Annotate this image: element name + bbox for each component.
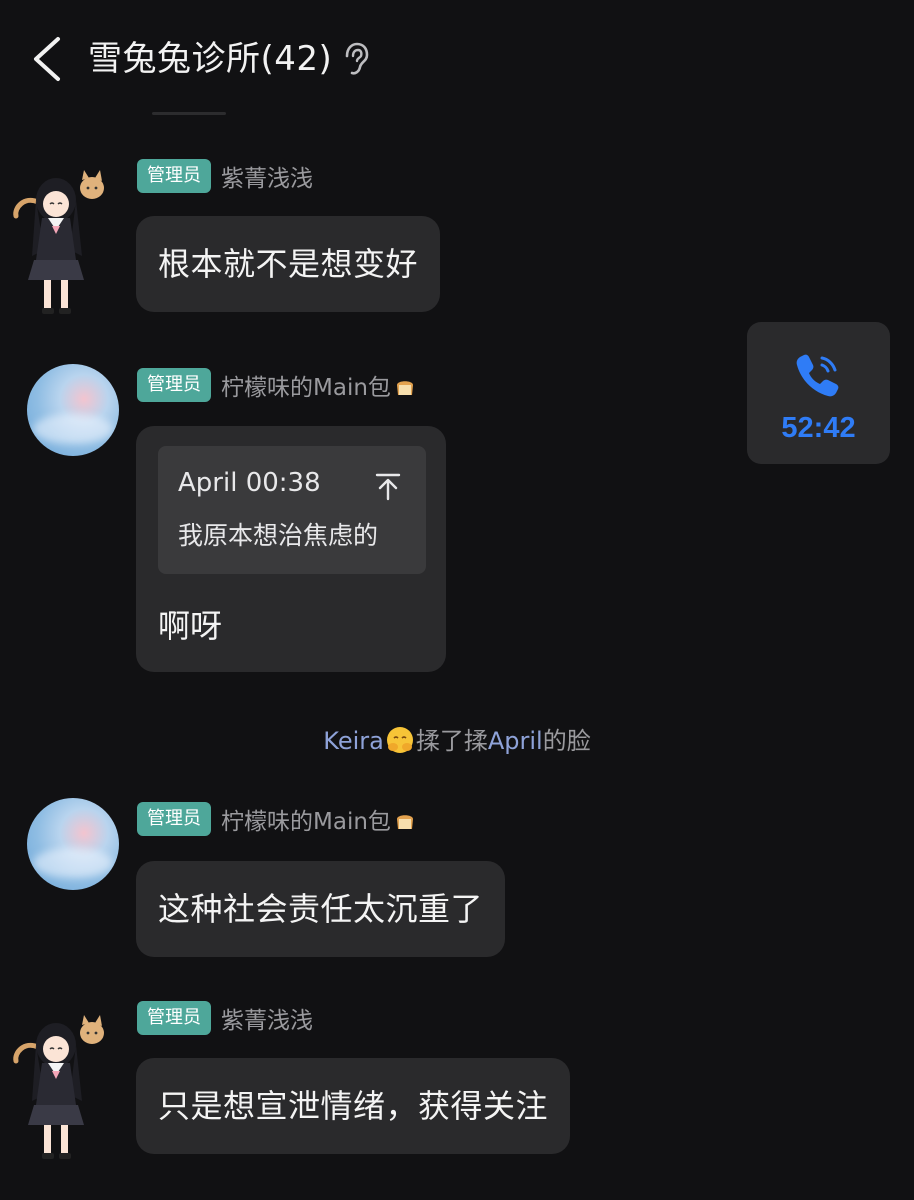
sender-row: 管理员 柠檬味的Main包 [137, 368, 416, 402]
target-name[interactable]: April [488, 727, 543, 755]
hugging-face-emoji [386, 727, 413, 753]
quote-text: 我原本想治焦虑的 [178, 521, 379, 550]
action-suffix: 的脸 [542, 727, 591, 755]
anime-girl-avatar-icon [13, 1015, 104, 1159]
message-bubble[interactable]: April 00:38 我原本想治焦虑的 啊呀 [136, 426, 446, 672]
sender-row: 管理员 紫菁浅浅 [137, 159, 313, 193]
avatar[interactable] [10, 160, 110, 320]
bread-emoji [396, 381, 413, 395]
action-text: 揉了揉 [415, 727, 488, 755]
back-button[interactable] [28, 36, 68, 82]
quoted-message[interactable]: April 00:38 我原本想治焦虑的 [158, 446, 426, 574]
sender-name[interactable]: 柠檬味的Main包 [221, 368, 416, 402]
ear-icon[interactable] [340, 42, 370, 76]
message-bubble[interactable]: 只是想宣泄情绪，获得关注 [136, 1058, 571, 1154]
sender-name[interactable]: 紫菁浅浅 [221, 1001, 313, 1035]
avatar[interactable] [27, 798, 119, 890]
admin-badge: 管理员 [137, 368, 211, 402]
admin-badge: 管理员 [137, 1001, 211, 1035]
quote-meta: April 00:38 [178, 468, 321, 498]
sender-name-text: 柠檬味的Main包 [221, 809, 391, 835]
sender-name[interactable]: 柠檬味的Main包 [221, 802, 416, 836]
chat-header: 雪兔兔诊所(42) [0, 0, 914, 118]
ongoing-call-widget[interactable]: 52:42 [747, 322, 890, 464]
call-duration: 52:42 [781, 412, 856, 444]
phone-icon [796, 354, 839, 397]
previous-message-edge [152, 112, 226, 115]
message-text: 啊呀 [158, 607, 223, 645]
message-bubble[interactable]: 根本就不是想变好 [136, 216, 441, 312]
chevron-left-icon [34, 37, 60, 81]
bread-emoji [396, 815, 413, 829]
jump-to-quote-icon[interactable] [374, 472, 402, 502]
avatar[interactable] [10, 1005, 110, 1165]
anime-girl-avatar-icon [13, 170, 104, 314]
chat-title[interactable]: 雪兔兔诊所(42) [88, 36, 332, 82]
actor-name[interactable]: Keira [323, 727, 384, 755]
sender-row: 管理员 紫菁浅浅 [137, 1001, 313, 1035]
admin-badge: 管理员 [137, 159, 211, 193]
admin-badge: 管理员 [137, 802, 211, 836]
sender-name-text: 柠檬味的Main包 [221, 375, 391, 401]
sender-row: 管理员 柠檬味的Main包 [137, 802, 416, 836]
system-nudge-message: Keira 揉了揉April的脸 [0, 724, 914, 758]
sender-name[interactable]: 紫菁浅浅 [221, 159, 313, 193]
message-bubble[interactable]: 这种社会责任太沉重了 [136, 861, 506, 957]
avatar[interactable] [27, 364, 119, 456]
